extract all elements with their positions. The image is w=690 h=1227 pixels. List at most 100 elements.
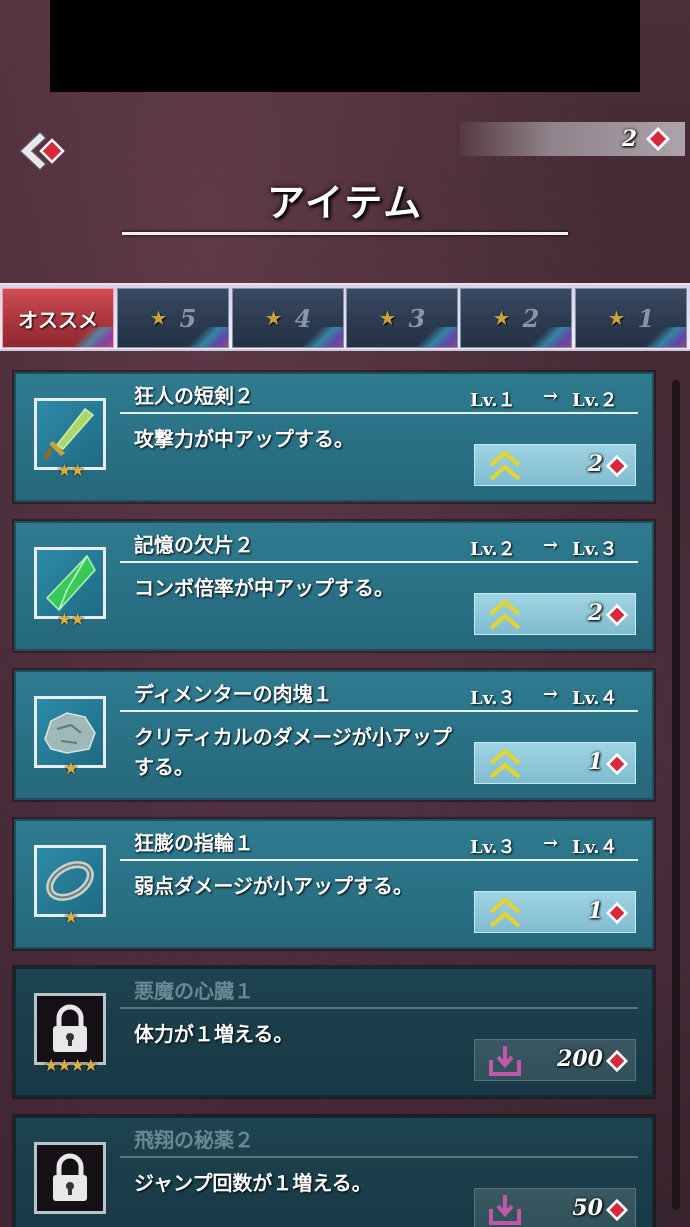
- rarity-stars: ★★: [56, 610, 85, 630]
- divider: [120, 859, 638, 861]
- tab-label: 2: [522, 303, 540, 333]
- item-name: 狂膨の指輪１: [134, 831, 254, 855]
- level-current: Lv.３: [470, 837, 516, 858]
- item-card[interactable]: ★ ディメンターの肉塊１ Lv.３ → Lv.４ クリティカルのダメージが小アッ…: [14, 670, 654, 800]
- tab-star-2[interactable]: ★ 2: [460, 288, 572, 348]
- rarity-stars: ★: [63, 908, 78, 928]
- divider: [120, 710, 638, 712]
- back-button[interactable]: [18, 128, 70, 174]
- level-current: Lv.３: [470, 688, 516, 709]
- divider: [120, 1007, 638, 1009]
- star-icon: ★: [264, 306, 283, 330]
- scrollbar[interactable]: [672, 380, 680, 1210]
- item-icon-frame: [34, 993, 106, 1065]
- upgrade-button[interactable]: 2: [474, 593, 636, 635]
- level-next: Lv.４: [572, 688, 618, 709]
- red-gem-icon: [605, 752, 629, 776]
- redacted-banner: [50, 0, 640, 92]
- star-icon: ★: [149, 306, 168, 330]
- double-chevron-up-icon: [489, 450, 521, 481]
- level-next: Lv.４: [572, 837, 618, 858]
- red-gem-icon: [605, 454, 629, 478]
- item-icon-frame: [34, 547, 106, 619]
- divider: [120, 412, 638, 414]
- level-next: Lv.２: [572, 390, 618, 411]
- item-name: 記憶の欠片２: [134, 533, 254, 557]
- rarity-stars: ★★★★: [43, 1056, 99, 1076]
- upgrade-button[interactable]: 1: [474, 742, 636, 784]
- unlock-button[interactable]: 50: [474, 1188, 636, 1227]
- item-description: 弱点ダメージが小アップする。: [134, 874, 413, 898]
- tab-star-4[interactable]: ★ 4: [232, 288, 344, 348]
- item-card[interactable]: ★ 狂膨の指輪１ Lv.３ → Lv.４ 弱点ダメージが小アップする。 1: [14, 819, 654, 949]
- item-description: ジャンプ回数が１増える。: [134, 1171, 372, 1195]
- upgrade-cost: 2: [587, 451, 603, 477]
- ring-icon: [46, 861, 94, 901]
- item-name: 悪魔の心臓１: [134, 979, 254, 1003]
- lock-icon: [53, 1153, 87, 1201]
- upgrade-button[interactable]: 1: [474, 891, 636, 933]
- arrow-right-icon: →: [543, 535, 559, 556]
- item-description: 攻撃力が中アップする。: [134, 427, 354, 451]
- item-name: 狂人の短剣２: [134, 384, 254, 408]
- tab-star-5[interactable]: ★ 5: [117, 288, 229, 348]
- tab-label: 3: [408, 303, 426, 333]
- level-next: Lv.３: [572, 539, 618, 560]
- arrow-right-icon: →: [543, 386, 559, 407]
- upgrade-cost: 2: [587, 600, 603, 626]
- item-description: 体力が１増える。: [134, 1022, 294, 1046]
- red-gem-icon: [605, 1198, 629, 1222]
- double-chevron-up-icon: [489, 897, 521, 928]
- unlock-cost: 50: [572, 1195, 603, 1221]
- tab-label: オススメ: [18, 307, 98, 332]
- star-icon: ★: [492, 306, 511, 330]
- rarity-stars: ★★: [56, 461, 85, 481]
- download-box-icon: [489, 1195, 521, 1225]
- arrow-right-icon: →: [543, 684, 559, 705]
- dagger-icon: [42, 407, 95, 461]
- upgrade-cost: 1: [587, 898, 603, 924]
- divider: [120, 561, 638, 563]
- item-icon-frame: [34, 696, 106, 768]
- tab-recommended[interactable]: オススメ: [2, 288, 114, 348]
- rarity-tabs: オススメ ★ 5 ★ 4 ★ 3 ★ 2 ★ 1: [0, 283, 690, 351]
- lock-icon: [53, 1004, 87, 1052]
- tab-label: 4: [294, 303, 312, 333]
- tab-label: 1: [637, 303, 655, 333]
- tab-star-1[interactable]: ★ 1: [575, 288, 687, 348]
- item-icon-frame: [34, 1142, 106, 1214]
- star-icon: ★: [378, 306, 397, 330]
- double-chevron-up-icon: [489, 599, 521, 630]
- page-title: アイテム: [266, 180, 424, 225]
- level-current: Lv.１: [470, 390, 516, 411]
- item-card[interactable]: ★★ 狂人の短剣２ Lv.１ → Lv.２ 攻撃力が中アップする。 2: [14, 372, 654, 502]
- back-arrow-icon: [18, 130, 65, 172]
- rock-chunk-icon: [44, 712, 96, 754]
- red-gem-icon: [605, 1049, 629, 1073]
- tab-label: 5: [179, 303, 197, 333]
- item-icon-frame: [34, 398, 106, 470]
- red-gem-icon: [646, 127, 670, 151]
- item-card-locked[interactable]: ★★★★ 悪魔の心臓１ 体力が１増える。 200: [14, 967, 654, 1097]
- item-name: 飛翔の秘薬２: [134, 1128, 254, 1152]
- currency-display: 2: [460, 122, 685, 156]
- download-box-icon: [489, 1046, 521, 1076]
- level-current: Lv.２: [470, 539, 516, 560]
- item-icon-frame: [34, 845, 106, 917]
- item-name: ディメンターの肉塊１: [134, 682, 333, 706]
- tab-star-3[interactable]: ★ 3: [346, 288, 458, 348]
- upgrade-button[interactable]: 2: [474, 444, 636, 486]
- rarity-stars: ★: [63, 759, 78, 779]
- currency-amount: 2: [621, 126, 637, 152]
- item-description: クリティカルのダメージが小アップする。: [134, 725, 452, 779]
- double-chevron-up-icon: [489, 748, 521, 779]
- item-card-locked[interactable]: 飛翔の秘薬２ ジャンプ回数が１増える。 50: [14, 1116, 654, 1227]
- title-underline: [122, 232, 568, 235]
- unlock-cost: 200: [557, 1046, 603, 1072]
- star-icon: ★: [607, 306, 626, 330]
- unlock-button[interactable]: 200: [474, 1039, 636, 1081]
- item-description: コンボ倍率が中アップする。: [134, 576, 394, 600]
- arrow-right-icon: →: [543, 833, 559, 854]
- crystal-shard-icon: [45, 554, 96, 612]
- item-card[interactable]: ★★ 記憶の欠片２ Lv.２ → Lv.３ コンボ倍率が中アップする。 2: [14, 521, 654, 651]
